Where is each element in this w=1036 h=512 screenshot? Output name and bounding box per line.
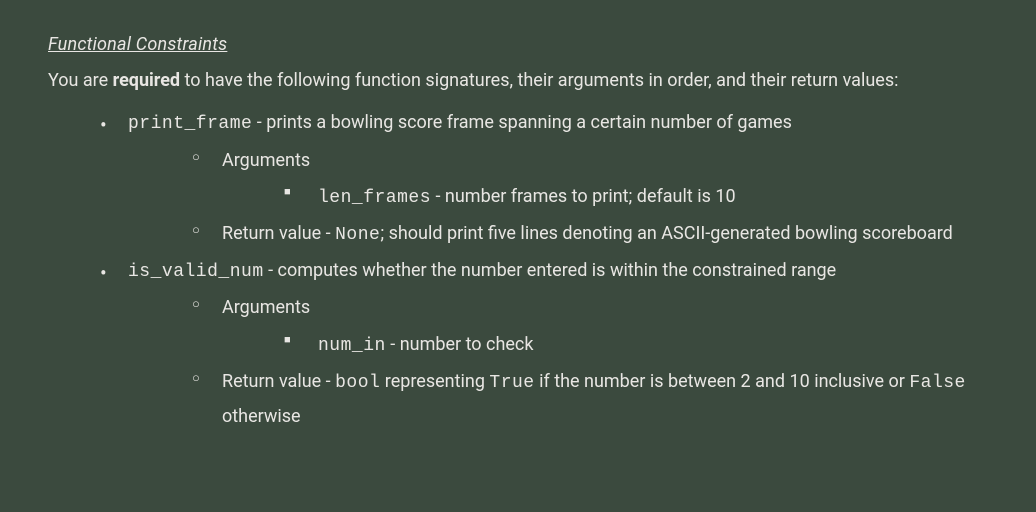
func1-arg1-name: len_frames — [318, 188, 431, 208]
func2-arg1-desc: - number to check — [386, 334, 534, 355]
func2-args-list: num_in - number to check — [222, 328, 988, 363]
func2-return-mid2: if the number is between 2 and 10 inclus… — [535, 371, 910, 392]
intro-bold: required — [113, 70, 180, 91]
func2-return-mid1: representing — [380, 371, 489, 392]
func1-args-label: Arguments — [222, 150, 310, 171]
func2-return-code3: False — [909, 373, 966, 393]
func2-return-code2: True — [489, 373, 534, 393]
intro-pre: You are — [48, 70, 113, 91]
func2-args-label: Arguments — [222, 297, 310, 318]
intro-post: to have the following function signature… — [180, 70, 898, 91]
func1-details: Arguments len_frames - number frames to … — [128, 144, 988, 253]
functional-constraints-section: Functional Constraints You are required … — [48, 28, 988, 434]
func1-arguments: Arguments len_frames - number frames to … — [192, 144, 988, 215]
func2-return-post: otherwise — [222, 406, 301, 427]
func1-arg1-desc: - number frames to print; default is 10 — [431, 186, 736, 207]
func1-return: Return value - None; should print five l… — [192, 217, 988, 252]
func2-return-code1: bool — [335, 373, 380, 393]
func1-return-code: None — [335, 225, 380, 245]
func2-return: Return value - bool representing True if… — [192, 365, 988, 434]
section-heading: Functional Constraints — [48, 28, 988, 62]
func2-desc: - computes whether the number entered is… — [264, 260, 837, 281]
func1-args-list: len_frames - number frames to print; def… — [222, 180, 988, 215]
func2-arg1: num_in - number to check — [284, 328, 988, 363]
func1-return-pre: Return value - — [222, 223, 335, 244]
intro-text: You are required to have the following f… — [48, 64, 988, 98]
func2-arg1-name: num_in — [318, 336, 386, 356]
function-item-is-valid-num: is_valid_num - computes whether the numb… — [100, 254, 988, 434]
func2-return-pre: Return value - — [222, 371, 335, 392]
function-item-print-frame: print_frame - prints a bowling score fra… — [100, 106, 988, 252]
func1-arg1: len_frames - number frames to print; def… — [284, 180, 988, 215]
func2-name: is_valid_num — [128, 262, 264, 282]
func2-arguments: Arguments num_in - number to check — [192, 291, 988, 362]
function-list: print_frame - prints a bowling score fra… — [48, 106, 988, 434]
func1-return-post: ; should print five lines denoting an AS… — [380, 223, 953, 244]
func2-details: Arguments num_in - number to check Retur… — [128, 291, 988, 434]
func1-name: print_frame — [128, 114, 252, 134]
func1-desc: - prints a bowling score frame spanning … — [252, 112, 792, 133]
